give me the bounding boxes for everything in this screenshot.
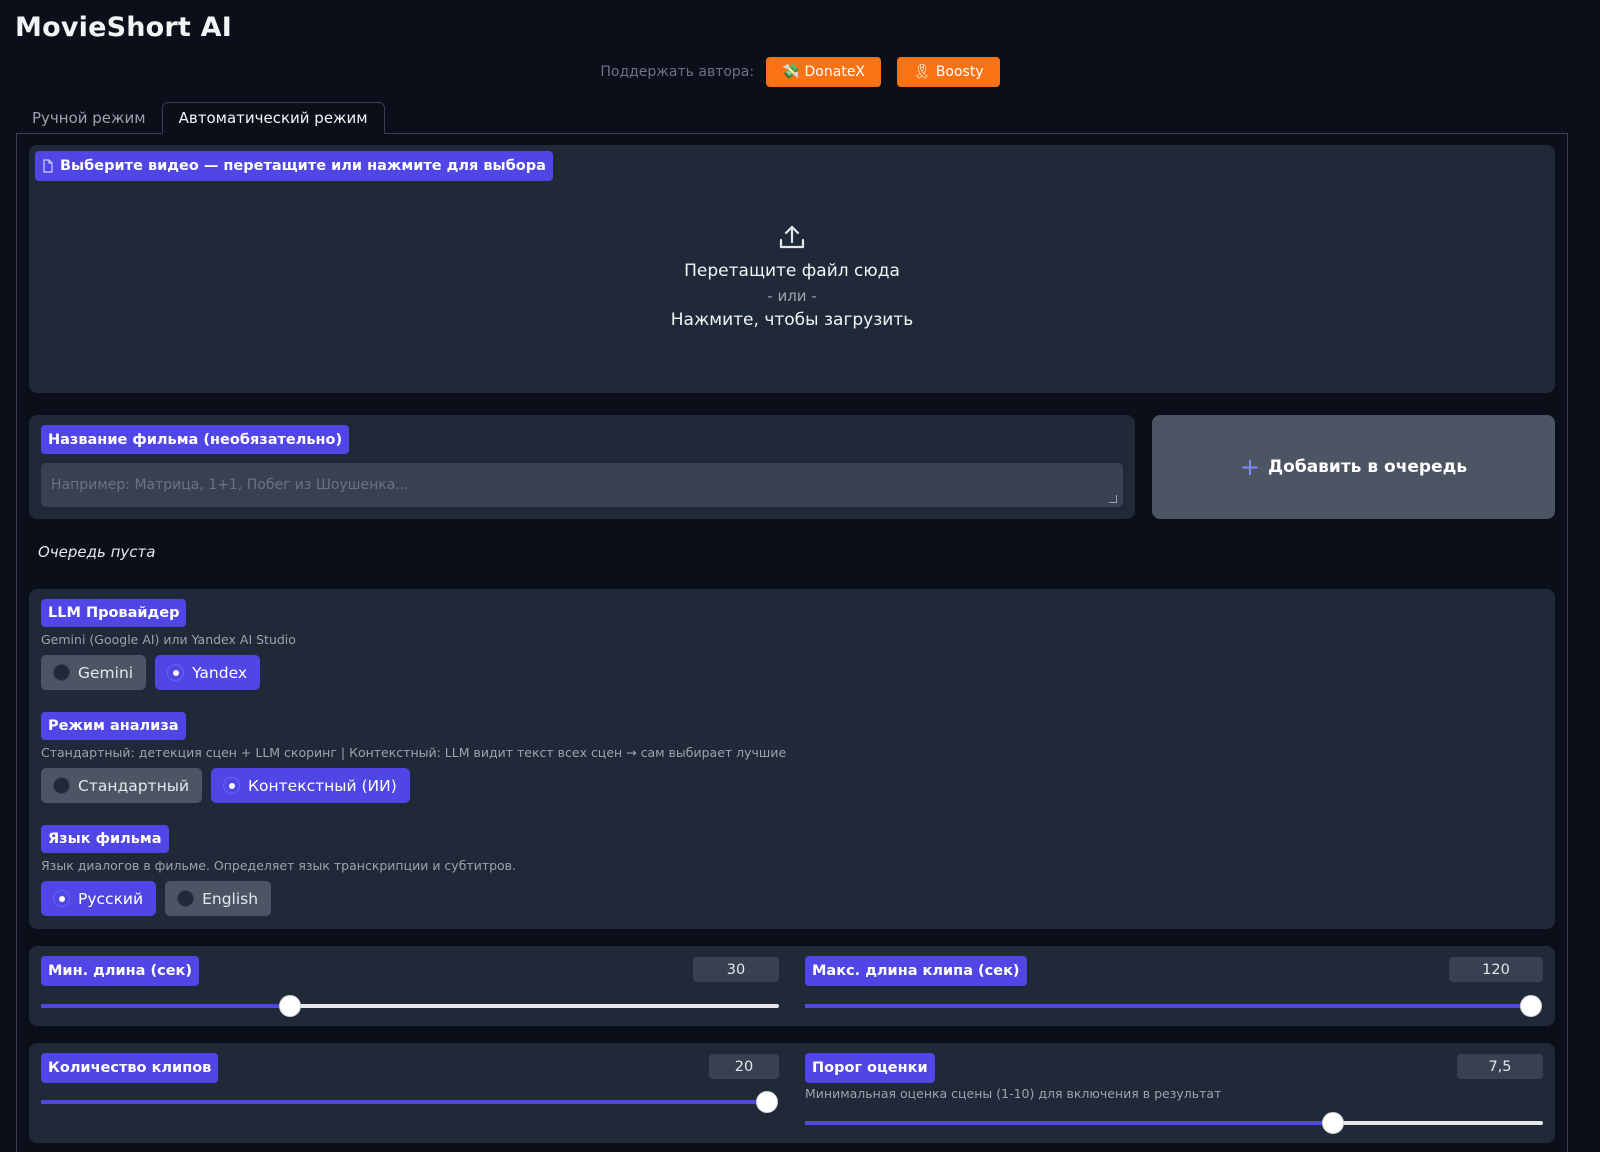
- radio-russian[interactable]: Русский: [41, 881, 157, 916]
- app-title: MovieShort AI: [15, 12, 232, 43]
- film-language-label: Язык фильма: [41, 825, 169, 853]
- tab-manual-mode[interactable]: Ручной режим: [16, 102, 162, 134]
- film-language-options: Русский English: [41, 881, 516, 916]
- radio-gemini[interactable]: Gemini: [41, 655, 147, 690]
- min-length-handle[interactable]: [279, 995, 302, 1017]
- upload-icon: [779, 225, 805, 249]
- min-length-track[interactable]: [41, 995, 779, 1017]
- donatex-label: DonateX: [804, 64, 866, 80]
- click-to-upload-text: Нажмите, чтобы загрузить: [670, 310, 914, 330]
- radio-dot-icon: [53, 664, 70, 681]
- video-upload-dropzone[interactable]: Выберите видео — перетащите или нажмите …: [29, 145, 1555, 393]
- max-length-fill: [805, 1004, 1531, 1008]
- file-icon: [43, 159, 53, 173]
- llm-provider-options: Gemini Yandex: [41, 655, 296, 690]
- support-row: Поддержать автора: 💸 DonateX 🎗 Boosty: [0, 57, 1600, 87]
- min-length-value[interactable]: 30: [693, 957, 779, 982]
- mode-tabs: Ручной режим Автоматический режим: [16, 102, 385, 134]
- radio-contextual[interactable]: Контекстный (ИИ): [211, 768, 410, 803]
- score-threshold-fill: [805, 1121, 1333, 1125]
- score-threshold-info: Минимальная оценка сцены (1-10) для вклю…: [805, 1086, 1222, 1101]
- drop-text: Перетащите файл сюда: [684, 261, 900, 281]
- add-to-queue-button[interactable]: + Добавить в очередь: [1152, 415, 1555, 519]
- support-label: Поддержать автора:: [600, 64, 755, 80]
- radio-dot-icon: [223, 777, 241, 794]
- auto-mode-panel: Выберите видео — перетащите или нажмите …: [16, 133, 1568, 1152]
- min-length-label: Мин. длина (сек): [41, 956, 200, 986]
- movie-title-label: Название фильма (необязательно): [41, 425, 350, 454]
- llm-provider-info: Gemini (Google AI) или Yandex AI Studio: [41, 632, 296, 647]
- ribbon-icon: 🎗: [913, 64, 931, 80]
- film-language-setting: Язык фильма Язык диалогов в фильме. Опре…: [41, 825, 516, 916]
- clip-count-fill: [41, 1100, 767, 1104]
- video-upload-label: Выберите видео — перетащите или нажмите …: [35, 151, 553, 181]
- radio-dot-icon: [53, 777, 70, 794]
- movie-title-block: Название фильма (необязательно): [29, 415, 1135, 519]
- analysis-mode-options: Стандартный Контекстный (ИИ): [41, 768, 786, 803]
- upload-prompt[interactable]: Перетащите файл сюда - или - Нажмите, чт…: [29, 223, 1555, 330]
- radio-dot-icon: [53, 890, 70, 907]
- max-length-value[interactable]: 120: [1449, 957, 1543, 982]
- clip-count-label: Количество клипов: [41, 1053, 219, 1083]
- money-wings-icon: 💸: [782, 64, 800, 80]
- llm-provider-setting: LLM Провайдер Gemini (Google AI) или Yan…: [41, 599, 296, 690]
- max-length-track[interactable]: [805, 995, 1542, 1017]
- or-text: - или -: [767, 287, 817, 305]
- clip-count-handle[interactable]: [756, 1091, 778, 1113]
- tab-auto-mode[interactable]: Автоматический режим: [161, 102, 385, 134]
- score-threshold-label: Порог оценки: [805, 1053, 935, 1083]
- radio-dot-icon: [177, 890, 195, 907]
- score-threshold-value[interactable]: 7,5: [1457, 1054, 1543, 1079]
- donatex-button[interactable]: 💸 DonateX: [766, 57, 882, 87]
- film-language-info: Язык диалогов в фильме. Определяет язык …: [41, 858, 517, 873]
- radio-standard[interactable]: Стандартный: [41, 768, 203, 803]
- length-sliders-row: Мин. длина (сек) 30 Макс. длина клипа (с…: [29, 946, 1555, 1026]
- analysis-mode-label: Режим анализа: [41, 712, 186, 740]
- movie-title-input[interactable]: [41, 463, 1123, 507]
- max-length-label: Макс. длина клипа (сек): [805, 956, 1027, 986]
- clip-count-value[interactable]: 20: [709, 1054, 779, 1079]
- settings-panel: LLM Провайдер Gemini (Google AI) или Yan…: [29, 589, 1555, 929]
- queue-status: Очередь пуста: [38, 543, 156, 561]
- plus-icon: +: [1239, 453, 1260, 481]
- llm-provider-label: LLM Провайдер: [41, 599, 187, 627]
- resize-handle-icon[interactable]: [1109, 495, 1117, 503]
- min-length-fill: [41, 1004, 291, 1008]
- analysis-mode-setting: Режим анализа Стандартный: детекция сцен…: [41, 712, 786, 803]
- score-threshold-track[interactable]: [805, 1112, 1543, 1134]
- boosty-label: Boosty: [935, 64, 984, 80]
- clip-sliders-row: Количество клипов 20 Порог оценки 7,5 Ми…: [29, 1043, 1555, 1143]
- max-length-handle[interactable]: [1520, 995, 1542, 1017]
- radio-english[interactable]: English: [165, 881, 272, 916]
- score-threshold-handle[interactable]: [1321, 1112, 1344, 1134]
- radio-dot-icon: [167, 664, 185, 681]
- analysis-mode-info: Стандартный: детекция сцен + LLM скоринг…: [41, 745, 787, 760]
- clip-count-track[interactable]: [41, 1091, 778, 1113]
- radio-yandex[interactable]: Yandex: [155, 655, 261, 690]
- boosty-button[interactable]: 🎗 Boosty: [897, 57, 1000, 87]
